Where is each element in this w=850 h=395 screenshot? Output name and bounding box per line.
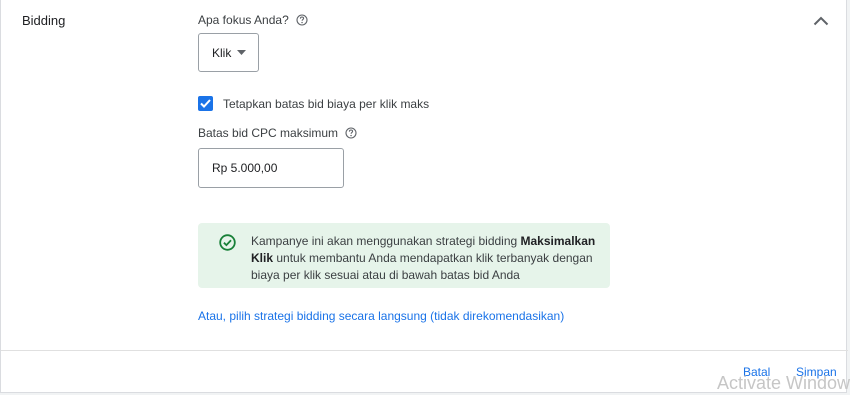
- strategy-info-text: Kampanye ini akan menggunakan strategi b…: [251, 233, 601, 284]
- check-circle-icon: [219, 234, 236, 256]
- focus-question-label: Apa fokus Anda?: [198, 13, 308, 27]
- strategy-info-box: Kampanye ini akan menggunakan strategi b…: [198, 223, 610, 288]
- cpc-limit-label-text: Batas bid CPC maksimum: [198, 126, 339, 140]
- bidding-card: Bidding Apa fokus Anda? Klik Tetapkan ba…: [0, 0, 850, 393]
- info-text-before: Kampanye ini akan menggunakan strategi b…: [251, 234, 521, 248]
- chevron-up-icon: [813, 13, 829, 31]
- focus-question-text: Apa fokus Anda?: [198, 13, 289, 27]
- help-icon[interactable]: [296, 14, 308, 26]
- max-cpc-checkbox-label: Tetapkan batas bid biaya per klik maks: [223, 96, 430, 111]
- collapse-button[interactable]: [809, 10, 833, 34]
- help-icon[interactable]: [345, 127, 357, 139]
- cpc-limit-input[interactable]: [198, 148, 344, 188]
- dropdown-arrow-icon: [237, 50, 247, 55]
- max-cpc-checkbox[interactable]: [198, 96, 213, 111]
- manual-strategy-link[interactable]: Atau, pilih strategi bidding secara lang…: [198, 309, 564, 323]
- cpc-limit-label: Batas bid CPC maksimum: [198, 126, 357, 140]
- focus-dropdown[interactable]: Klik: [198, 33, 259, 72]
- focus-dropdown-value: Klik: [212, 45, 232, 60]
- check-icon: [200, 99, 211, 108]
- divider: [1, 350, 848, 351]
- section-title: Bidding: [22, 13, 66, 28]
- max-cpc-checkbox-row[interactable]: Tetapkan batas bid biaya per klik maks: [198, 96, 429, 111]
- windows-activation-watermark: Activate Windows: [717, 373, 850, 393]
- info-text-after: untuk membantu Anda mendapatkan klik ter…: [251, 251, 593, 282]
